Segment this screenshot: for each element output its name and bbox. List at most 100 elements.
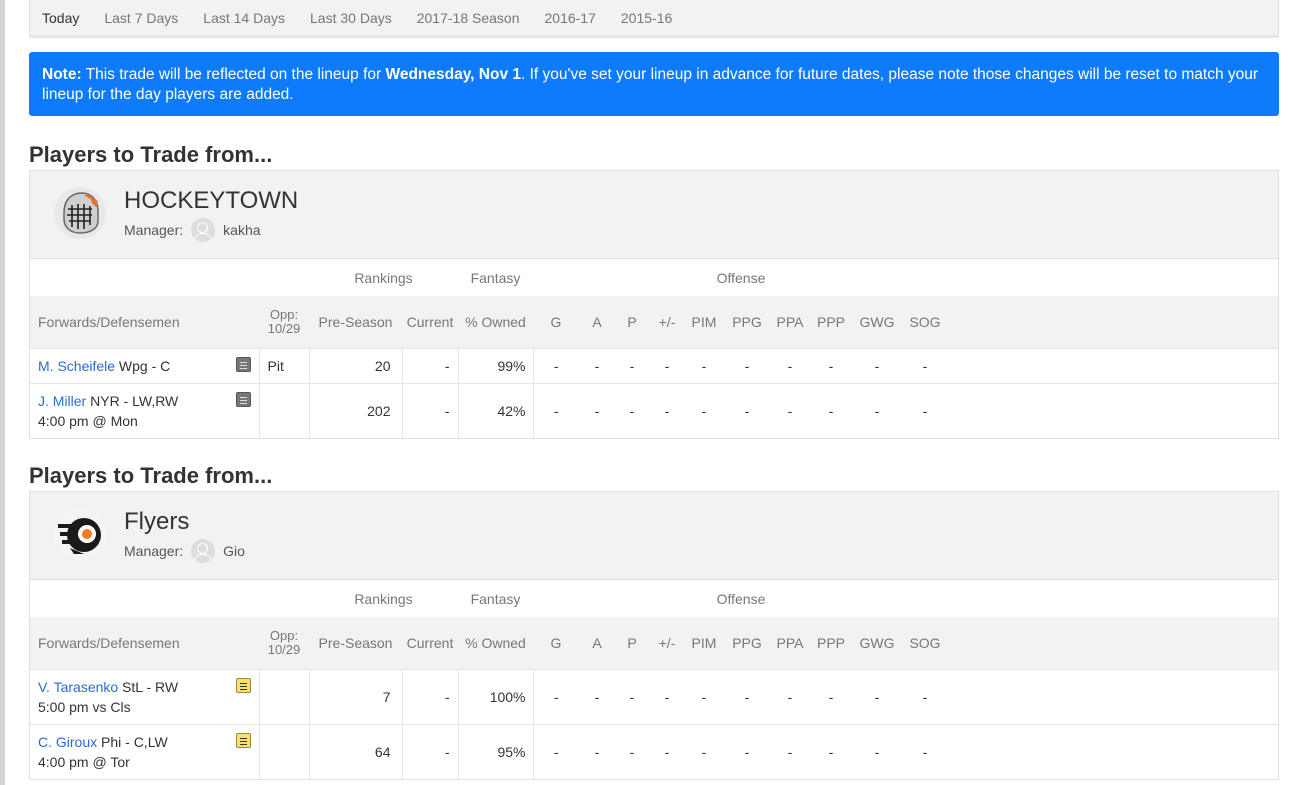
opp-cell: Pit [259, 348, 310, 384]
stat-value: - [649, 348, 685, 384]
game-time: 4:00 pm @ Mon [38, 413, 138, 429]
stat-value: - [649, 724, 685, 779]
col-stat[interactable]: P [615, 296, 649, 349]
col-opp-line2: 10/29 [267, 321, 301, 336]
col-stat[interactable]: GWG [853, 617, 901, 670]
game-time: 5:00 pm vs Cls [38, 699, 131, 715]
stat-value: - [771, 724, 809, 779]
col-stat[interactable]: PIM [685, 617, 723, 670]
col-stat[interactable]: PPP [809, 617, 853, 670]
col-player[interactable]: Forwards/Defensemen [30, 617, 259, 670]
col-owned[interactable]: % Owned [458, 296, 533, 349]
col-stat[interactable]: +/- [649, 617, 685, 670]
group-rankings: Rankings [309, 580, 458, 617]
tab-2015-16[interactable]: 2015-16 [611, 10, 682, 26]
section-title: Players to Trade from... [29, 142, 273, 167]
stat-value: - [901, 348, 949, 384]
column-header-row: Forwards/Defensemen Opp: 10/29 Pre-Season Cu… [30, 296, 1278, 349]
col-stat[interactable]: P [615, 617, 649, 670]
col-opp[interactable]: Opp: 10/29 [259, 296, 309, 349]
player-info: NYR - LW,RW [86, 393, 179, 409]
col-opp-line1: Opp: [269, 628, 299, 643]
col-stat[interactable]: PPG [723, 617, 771, 670]
col-opp-line1: Opp: [269, 307, 299, 322]
tab-last-30-days[interactable]: Last 30 Days [300, 10, 402, 26]
player-link[interactable]: M. Scheifele [38, 358, 115, 374]
preseason-rank: 64 [309, 724, 403, 779]
col-stat[interactable]: PPA [771, 617, 809, 670]
player-link[interactable]: V. Tarasenko [38, 679, 118, 695]
col-current[interactable]: Current [402, 617, 458, 670]
team-block: HOCKEYTOWN Manager: kakha Rankings Fantasy Of… [29, 170, 1279, 439]
stat-value: - [809, 724, 853, 779]
player-note-icon[interactable] [235, 733, 251, 748]
stat-value: - [853, 348, 901, 384]
teams-container: Players to Trade from... HOCKEYTOWN Manage… [29, 144, 1279, 780]
col-owned[interactable]: % Owned [458, 617, 533, 670]
group-fantasy: Fantasy [458, 259, 533, 296]
note-date: Wednesday, Nov 1 [385, 66, 521, 83]
col-stat[interactable]: G [533, 296, 579, 349]
col-player[interactable]: Forwards/Defensemen [30, 296, 259, 349]
stat-value: - [853, 669, 901, 725]
team-header: HOCKEYTOWN Manager: kakha [30, 171, 1278, 259]
col-preseason[interactable]: Pre-Season [309, 296, 402, 349]
player-cell: M. Scheifele Wpg - C [30, 348, 260, 384]
stat-value: - [579, 348, 615, 384]
players-table: Rankings Fantasy Offense Forwards/Defenseme… [30, 259, 1278, 438]
tab-last-14-days[interactable]: Last 14 Days [193, 10, 295, 26]
tab-last-7-days[interactable]: Last 7 Days [94, 10, 188, 26]
column-group-row: Rankings Fantasy Offense [30, 580, 1278, 617]
player-note-icon[interactable] [235, 392, 251, 407]
note-text-1: This trade will be reflected on the line… [81, 66, 386, 83]
stat-value: - [685, 669, 723, 725]
team-name: HOCKEYTOWN [124, 187, 299, 214]
col-stat[interactable]: +/- [649, 296, 685, 349]
stat-value: - [579, 669, 615, 725]
player-note-icon[interactable] [235, 678, 251, 693]
preseason-rank: 20 [309, 348, 403, 384]
stat-value: - [809, 383, 853, 438]
stat-value: - [809, 669, 853, 725]
current-rank: - [402, 348, 458, 384]
group-rankings: Rankings [309, 259, 458, 296]
note-label: Note: [42, 66, 82, 83]
player-info: StL - RW [118, 679, 179, 695]
col-preseason[interactable]: Pre-Season [309, 617, 402, 670]
stat-value: - [533, 348, 579, 384]
col-current[interactable]: Current [402, 296, 458, 349]
col-stat[interactable]: A [579, 617, 615, 670]
stat-value: - [615, 383, 649, 438]
col-stat[interactable]: SOG [901, 617, 949, 670]
goalie-mask-icon [54, 187, 106, 239]
date-range-tabs: Today Last 7 Days Last 14 Days Last 30 D… [29, 0, 1279, 38]
player-link[interactable]: C. Giroux [38, 734, 97, 750]
col-stat[interactable]: PPP [809, 296, 853, 349]
stat-value: - [853, 383, 901, 438]
stat-value: - [901, 669, 949, 725]
col-stat[interactable]: PPA [771, 296, 809, 349]
stat-value: - [853, 724, 901, 779]
col-stat[interactable]: G [533, 617, 579, 670]
player-cell: V. Tarasenko StL - RW 5:00 pm vs Cls [30, 669, 260, 725]
col-stat[interactable]: GWG [853, 296, 901, 349]
lineup-note-banner: Note: This trade will be reflected on th… [29, 52, 1279, 116]
owned-pct: 100% [457, 669, 534, 725]
col-stat[interactable]: SOG [901, 296, 949, 349]
col-stat[interactable]: PIM [685, 296, 723, 349]
col-stat[interactable]: PPG [723, 296, 771, 349]
col-opp[interactable]: Opp: 10/29 [259, 617, 309, 670]
stat-value: - [685, 383, 723, 438]
team-block: Flyers Manager: Gio Rankings Fantasy Offense F… [29, 491, 1279, 780]
stat-value: - [723, 724, 771, 779]
main-content: Today Last 7 Days Last 14 Days Last 30 D… [29, 0, 1279, 780]
col-stat[interactable]: A [579, 296, 615, 349]
manager-label: Manager: [124, 543, 184, 559]
player-link[interactable]: J. Miller [38, 393, 86, 409]
tab-2017-18-season[interactable]: 2017-18 Season [407, 10, 530, 26]
player-info: Wpg - C [115, 358, 171, 374]
tab-2016-17[interactable]: 2016-17 [535, 10, 606, 26]
stat-value: - [533, 383, 579, 438]
player-note-icon[interactable] [235, 357, 251, 372]
tab-today[interactable]: Today [32, 10, 89, 26]
